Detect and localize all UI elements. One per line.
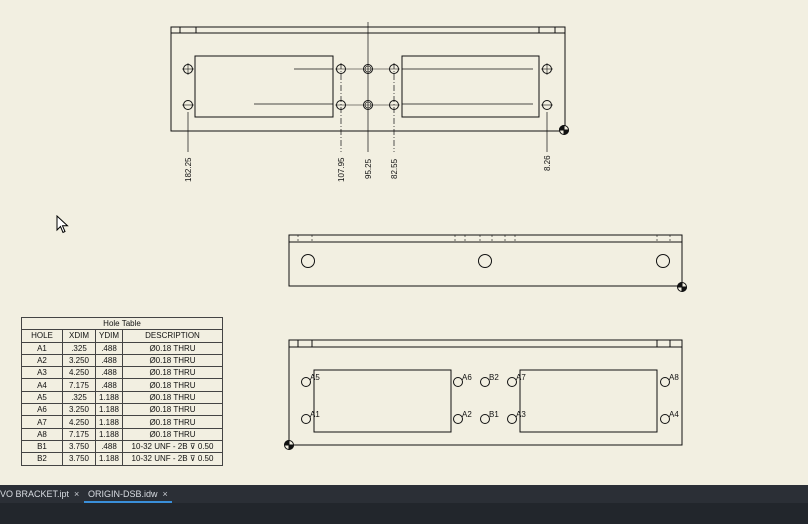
table-cell: 1.188 bbox=[95, 403, 123, 417]
mouse-cursor-icon bbox=[56, 215, 69, 234]
table-cell: A7 bbox=[21, 415, 63, 429]
dimension-text[interactable]: 82.55 bbox=[390, 158, 399, 179]
tab-vo-bracket[interactable]: VO BRACKET.ipt × bbox=[0, 485, 79, 503]
table-cell: .488 bbox=[95, 366, 123, 380]
table-cell: .488 bbox=[95, 439, 123, 454]
table-cell: 1.188 bbox=[95, 390, 123, 405]
table-cell: 3.250 bbox=[62, 353, 96, 368]
table-row[interactable]: A8 7.175 1.188 Ø0.18 THRU bbox=[21, 427, 223, 441]
table-cell: 10-32 UNF - 2B ⊽ 0.50 bbox=[122, 439, 223, 454]
hole-label[interactable]: A6 bbox=[462, 373, 472, 382]
bottom-view-window-left bbox=[313, 369, 452, 433]
table-cell: B2 bbox=[21, 452, 63, 466]
close-icon[interactable]: × bbox=[74, 489, 79, 499]
hidden-lines bbox=[297, 235, 671, 242]
table-row[interactable]: B1 3.750.488 10-32 UNF - 2B ⊽ 0.50 bbox=[21, 439, 223, 454]
bottom-view[interactable]: A5 A1 A6 A2 B2 B1 A7 A3 A8 A4 bbox=[283, 339, 683, 451]
table-row[interactable]: A3 4.250.488 Ø0.18 THRU bbox=[21, 366, 223, 380]
table-cell: Ø0.18 THRU bbox=[122, 415, 223, 429]
tab-label: VO BRACKET.ipt bbox=[0, 489, 70, 499]
top-view-window-left bbox=[194, 55, 334, 118]
table-cell: A3 bbox=[21, 366, 63, 380]
table-cell: Ø0.18 THRU bbox=[122, 403, 223, 417]
table-cell: .325 bbox=[62, 390, 96, 405]
side-view[interactable] bbox=[288, 234, 688, 293]
table-cell: Ø0.18 THRU bbox=[122, 353, 223, 368]
tab-origin-dsb[interactable]: ORIGIN-DSB.idw × bbox=[84, 485, 172, 503]
hole-label[interactable]: A1 bbox=[310, 410, 320, 419]
table-cell: 3.750 bbox=[62, 439, 96, 454]
hole-table-header-row: HOLE XDIM YDIM DESCRIPTION bbox=[21, 329, 223, 343]
hole-label[interactable]: A5 bbox=[310, 373, 320, 382]
bottom-view-outline bbox=[288, 339, 683, 446]
tab-label: ORIGIN-DSB.idw bbox=[88, 489, 158, 499]
document-tab-bar: VO BRACKET.ipt × ORIGIN-DSB.idw × bbox=[0, 485, 808, 503]
table-cell: .488 bbox=[95, 353, 123, 368]
hole-label[interactable]: B2 bbox=[489, 373, 499, 382]
table-row[interactable]: B2 3.750 1.188 10-32 UNF - 2B ⊽ 0.50 bbox=[21, 452, 223, 466]
hole-label[interactable]: A7 bbox=[516, 373, 526, 382]
origin-marker[interactable] bbox=[676, 281, 688, 293]
column-header: YDIM bbox=[95, 329, 123, 343]
table-cell: Ø0.18 THRU bbox=[122, 427, 223, 441]
hole[interactable] bbox=[656, 254, 670, 268]
table-cell: .488 bbox=[95, 341, 123, 355]
table-row[interactable]: A4 7.175.488 Ø0.18 THRU bbox=[21, 378, 223, 392]
column-header: HOLE bbox=[21, 329, 63, 343]
hole[interactable] bbox=[301, 254, 315, 268]
column-header: XDIM bbox=[62, 329, 96, 343]
table-row[interactable]: A7 4.250 1.188 Ø0.18 THRU bbox=[21, 415, 223, 429]
table-cell: 4.250 bbox=[62, 366, 96, 380]
table-cell: A6 bbox=[21, 403, 63, 417]
close-icon[interactable]: × bbox=[163, 489, 168, 499]
table-cell: 1.188 bbox=[95, 415, 123, 429]
hole[interactable] bbox=[478, 254, 492, 268]
table-row[interactable]: A1.325.488 Ø0.18 THRU bbox=[21, 341, 223, 355]
table-cell: 1.188 bbox=[95, 452, 123, 466]
table-cell: 7.175 bbox=[62, 427, 96, 441]
origin-marker[interactable] bbox=[558, 124, 570, 136]
dimension-text[interactable]: 182.25 bbox=[184, 157, 193, 182]
table-cell: A1 bbox=[21, 341, 63, 355]
table-cell: A5 bbox=[21, 390, 63, 405]
table-row[interactable]: A5.325 1.188 Ø0.18 THRU bbox=[21, 390, 223, 405]
table-cell: 7.175 bbox=[62, 378, 96, 392]
table-cell: 1.188 bbox=[95, 427, 123, 441]
table-cell: 4.250 bbox=[62, 415, 96, 429]
table-cell: .325 bbox=[62, 341, 96, 355]
hole-label[interactable]: B1 bbox=[489, 410, 499, 419]
dimension-text[interactable]: 107.95 bbox=[337, 157, 346, 182]
hole-label[interactable]: A3 bbox=[516, 410, 526, 419]
table-cell: Ø0.18 THRU bbox=[122, 390, 223, 405]
table-row[interactable]: A6 3.250 1.188 Ø0.18 THRU bbox=[21, 403, 223, 417]
table-cell: A4 bbox=[21, 378, 63, 392]
hole-label[interactable]: A4 bbox=[669, 410, 679, 419]
hole-label[interactable]: A2 bbox=[462, 410, 472, 419]
dimension-text[interactable]: 95.25 bbox=[364, 158, 373, 179]
table-cell: Ø0.18 THRU bbox=[122, 366, 223, 380]
dimension-text[interactable]: 8.26 bbox=[543, 155, 552, 171]
table-cell: 3.250 bbox=[62, 403, 96, 417]
table-cell: A2 bbox=[21, 353, 63, 368]
top-view-window-right bbox=[401, 55, 540, 118]
drawing-sheet[interactable]: 182.25 107.95 95.25 82.55 8.26 A5 A1 A6 … bbox=[0, 0, 808, 485]
origin-marker[interactable] bbox=[283, 439, 295, 451]
bottom-view-window-right bbox=[519, 369, 658, 433]
status-bar bbox=[0, 503, 808, 524]
table-cell: A8 bbox=[21, 427, 63, 441]
table-cell: Ø0.18 THRU bbox=[122, 378, 223, 392]
table-cell: Ø0.18 THRU bbox=[122, 341, 223, 355]
hole-table-title: Hole Table bbox=[21, 316, 223, 331]
table-cell: .488 bbox=[95, 378, 123, 392]
table-cell: 10-32 UNF - 2B ⊽ 0.50 bbox=[122, 452, 223, 466]
column-header: DESCRIPTION bbox=[122, 329, 223, 343]
table-cell: B1 bbox=[21, 439, 63, 454]
table-row[interactable]: A2 3.250.488 Ø0.18 THRU bbox=[21, 353, 223, 368]
hole-table[interactable]: Hole Table HOLE XDIM YDIM DESCRIPTION A1… bbox=[21, 316, 223, 466]
top-view[interactable]: 182.25 107.95 95.25 82.55 8.26 bbox=[170, 22, 570, 182]
table-cell: 3.750 bbox=[62, 452, 96, 466]
side-view-outline bbox=[288, 234, 683, 287]
hole-label[interactable]: A8 bbox=[669, 373, 679, 382]
